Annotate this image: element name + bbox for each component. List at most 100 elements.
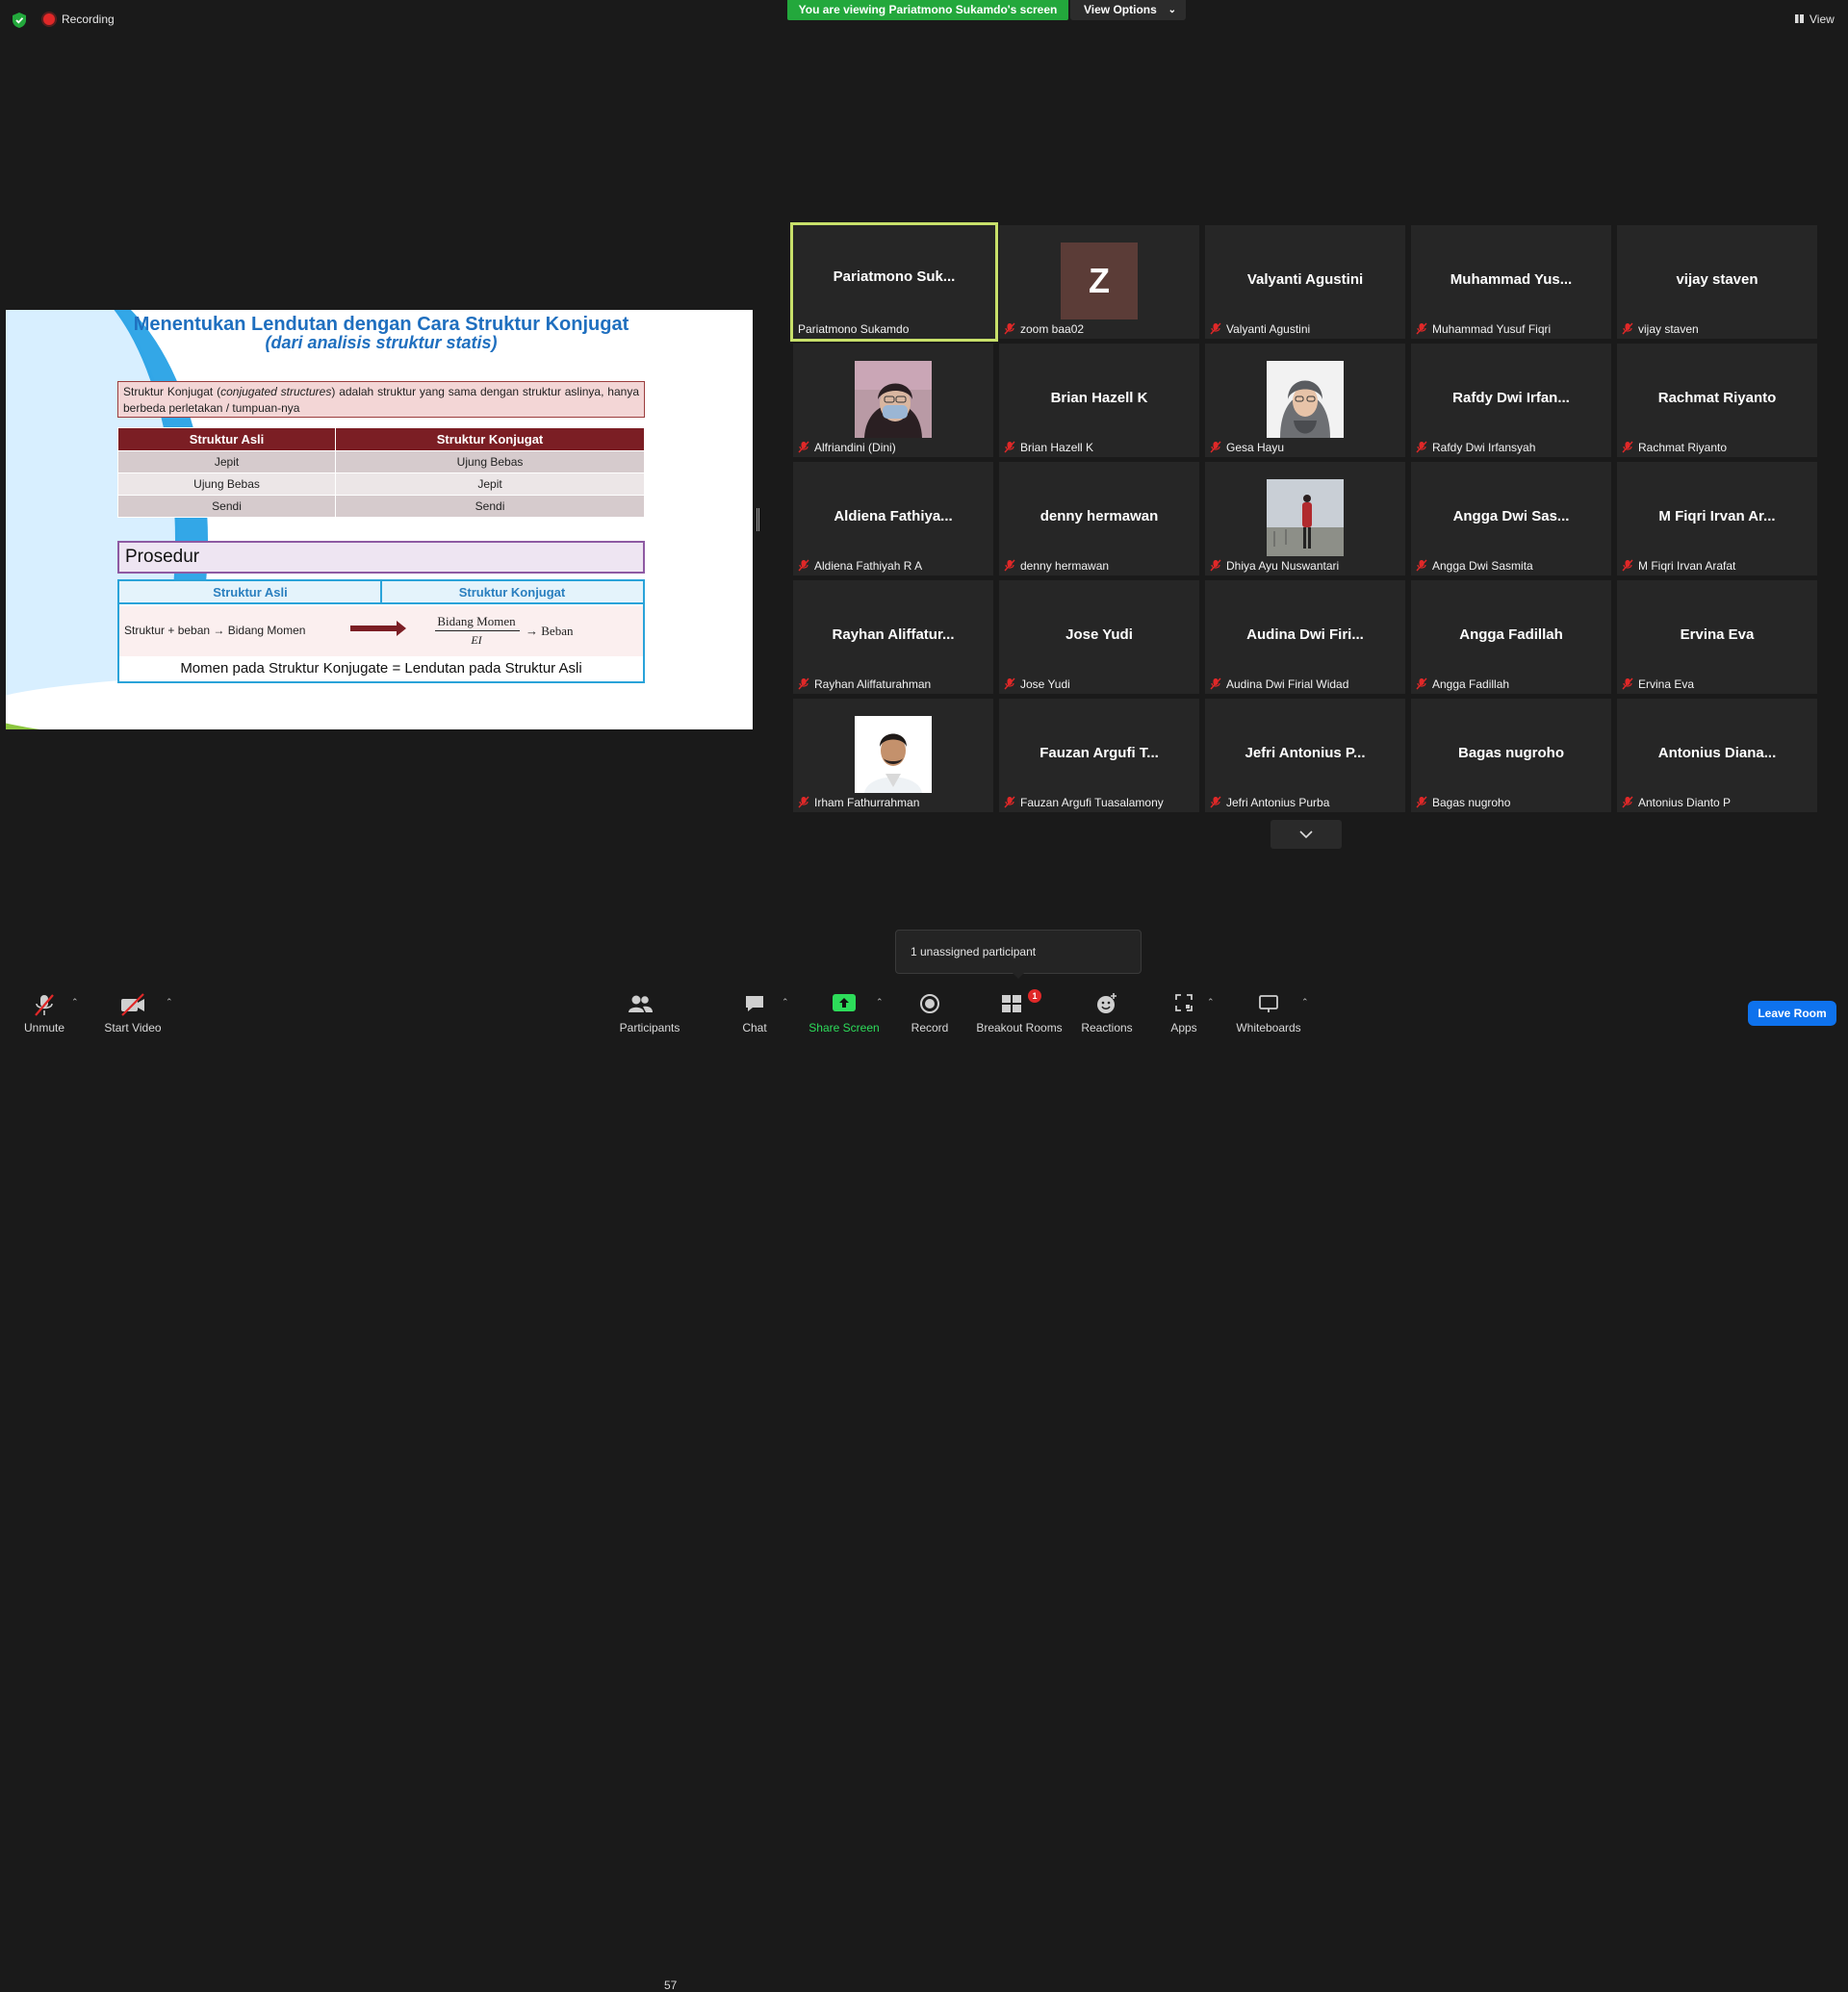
microphone-muted-icon — [1004, 322, 1015, 335]
view-grid-icon — [1795, 14, 1804, 23]
participant-name-label: Valyanti Agustini — [1226, 322, 1311, 336]
participant-display-name: Valyanti Agustini — [1246, 271, 1364, 288]
chat-icon — [746, 996, 763, 1011]
share-screen-button[interactable]: Share Screen — [805, 982, 884, 1039]
microphone-muted-icon — [1004, 441, 1015, 453]
participant-display-name: Jose Yudi — [1065, 626, 1133, 643]
participant-tile[interactable]: Angga Fadillah Angga Fadillah — [1411, 580, 1611, 694]
participant-tile[interactable]: Aldiena Fathiya... Aldiena Fathiyah R A — [793, 462, 993, 575]
reactions-button[interactable]: Reactions — [1080, 982, 1134, 1039]
view-options-button[interactable]: View Options ⌄ — [1070, 0, 1186, 20]
top-bar: Recording You are viewing Pariatmono Suk… — [0, 0, 1848, 42]
participant-display-name: Fauzan Argufi T... — [1040, 745, 1159, 761]
participant-name-label: Bagas nugroho — [1432, 796, 1511, 809]
microphone-muted-icon — [1416, 559, 1427, 572]
participant-tile[interactable]: Fauzan Argufi T... Fauzan Argufi Tuasalam… — [999, 699, 1199, 812]
participant-tile[interactable]: Rachmat Riyanto Rachmat Riyanto — [1617, 344, 1817, 457]
record-button[interactable]: Record — [905, 982, 955, 1039]
unmute-button[interactable]: Unmute — [13, 982, 75, 1039]
microphone-muted-icon — [1416, 796, 1427, 808]
chat-options-caret-icon[interactable]: ⌃ — [782, 997, 789, 1008]
procedure-header-right: Struktur Konjugat — [458, 585, 566, 600]
participant-tile[interactable]: Rafdy Dwi Irfan... Rafdy Dwi Irfansyah — [1411, 344, 1611, 457]
participant-tile[interactable]: denny hermawan denny hermawan — [999, 462, 1199, 575]
participant-name-label: Rafdy Dwi Irfansyah — [1432, 441, 1536, 454]
procedure-conclusion: Momen pada Struktur Konjugate = Lendutan… — [180, 660, 582, 677]
participant-tile[interactable]: Zzoom baa02 — [999, 225, 1199, 339]
participant-tile[interactable]: Muhammad Yus... Muhammad Yusuf Fiqri — [1411, 225, 1611, 339]
recording-label[interactable]: Recording — [62, 13, 115, 26]
meeting-toolbar: Unmute ⌃ Start Video ⌃ Participants 57 C… — [0, 982, 1848, 1992]
participant-tile[interactable]: Valyanti Agustini Valyanti Agustini — [1205, 225, 1405, 339]
participant-tile[interactable]: Gesa Hayu — [1205, 344, 1405, 457]
apps-label: Apps — [1170, 1021, 1197, 1034]
chat-button[interactable]: Chat — [733, 982, 776, 1039]
share-options-caret-icon[interactable]: ⌃ — [876, 997, 884, 1008]
participant-display-name: Rayhan Aliffatur... — [832, 626, 955, 643]
participant-tile[interactable]: Rayhan Aliffatur... Rayhan Aliffaturahman — [793, 580, 993, 694]
apps-options-caret-icon[interactable]: ⌃ — [1207, 997, 1215, 1008]
view-button[interactable]: View — [1810, 13, 1835, 26]
participant-display-name: Brian Hazell K — [1050, 390, 1148, 406]
participant-tile[interactable]: Jose Yudi Jose Yudi — [999, 580, 1199, 694]
microphone-muted-icon — [1622, 796, 1633, 808]
gallery-next-page-button[interactable] — [1270, 820, 1342, 849]
participant-name-label: vijay staven — [1638, 322, 1699, 336]
participant-tile[interactable]: Ervina Eva Ervina Eva — [1617, 580, 1817, 694]
procedure-header-left: Struktur Asli — [213, 585, 288, 600]
whiteboard-options-caret-icon[interactable]: ⌃ — [1301, 997, 1309, 1008]
participant-name-label: Jose Yudi — [1020, 677, 1070, 691]
participant-display-name: Rachmat Riyanto — [1657, 390, 1777, 406]
video-options-caret-icon[interactable]: ⌃ — [166, 997, 173, 1008]
participants-button[interactable]: Participants — [614, 982, 685, 1039]
video-off-icon — [121, 993, 144, 1016]
participant-display-name: Angga Dwi Sas... — [1452, 508, 1570, 524]
participant-tile[interactable]: Angga Dwi Sas... Angga Dwi Sasmita — [1411, 462, 1611, 575]
participant-tile[interactable]: vijay staven vijay staven — [1617, 225, 1817, 339]
participant-display-name: Antonius Diana... — [1657, 745, 1777, 761]
participant-display-name: M Fiqri Irvan Ar... — [1658, 508, 1776, 524]
breakout-badge: 1 — [1028, 989, 1041, 1003]
table-cell: Sendi — [335, 495, 645, 518]
table-cell: Sendi — [116, 495, 337, 518]
security-shield-icon[interactable] — [12, 12, 27, 29]
procedure-arrowhead — [397, 621, 406, 636]
audio-options-caret-icon[interactable]: ⌃ — [71, 997, 79, 1008]
participant-name-label: Jefri Antonius Purba — [1226, 796, 1330, 809]
participant-tile[interactable]: Irham Fathurrahman — [793, 699, 993, 812]
participant-tile[interactable]: Brian Hazell K Brian Hazell K — [999, 344, 1199, 457]
participant-tile[interactable]: Antonius Diana... Antonius Dianto P — [1617, 699, 1817, 812]
start-video-button[interactable]: Start Video — [100, 982, 166, 1039]
participant-tile[interactable]: M Fiqri Irvan Ar... M Fiqri Irvan Arafat — [1617, 462, 1817, 575]
tooltip-pointer — [1013, 973, 1024, 979]
participant-tile[interactable]: Audina Dwi Firi... Audina Dwi Firial Wida… — [1205, 580, 1405, 694]
participant-tile[interactable]: Dhiya Ayu Nuswantari — [1205, 462, 1405, 575]
microphone-muted-icon — [798, 441, 809, 453]
breakout-rooms-label: Breakout Rooms — [976, 1021, 1063, 1034]
split-view-handle[interactable] — [757, 508, 759, 531]
participant-tile[interactable]: Bagas nugroho Bagas nugroho — [1411, 699, 1611, 812]
whiteboards-button[interactable]: Whiteboards — [1232, 982, 1305, 1039]
shared-screen[interactable]: Menentukan Lendutan dengan Cara Struktur… — [6, 310, 753, 729]
leave-room-button[interactable]: Leave Room — [1748, 1001, 1836, 1026]
participant-name-label: zoom baa02 — [1020, 322, 1085, 336]
microphone-muted-icon — [1004, 677, 1015, 690]
participant-name-label: Alfriandini (Dini) — [814, 441, 896, 454]
participant-name-label: Aldiena Fathiyah R A — [814, 559, 923, 573]
whiteboards-label: Whiteboards — [1236, 1021, 1301, 1034]
breakout-rooms-button[interactable]: 1 Breakout Rooms — [974, 982, 1065, 1039]
procedure-header: Struktur Asli Struktur Konjugat — [119, 581, 643, 604]
participant-tile[interactable]: Alfriandini (Dini) — [793, 344, 993, 457]
participant-tile[interactable]: Jefri Antonius P... Jefri Antonius Purba — [1205, 699, 1405, 812]
whiteboard-icon — [1259, 995, 1278, 1012]
record-icon — [920, 994, 939, 1013]
unmute-label: Unmute — [23, 1021, 65, 1034]
participant-name-label: Rayhan Aliffaturahman — [814, 677, 932, 691]
reactions-label: Reactions — [1081, 1021, 1133, 1034]
start-video-label: Start Video — [104, 1021, 162, 1034]
microphone-muted-icon — [798, 677, 809, 690]
participant-display-name: Ervina Eva — [1680, 626, 1755, 643]
participant-photo — [1267, 479, 1344, 556]
participant-tile[interactable]: Pariatmono Suk... Pariatmono Sukamdo — [790, 222, 998, 342]
apps-button[interactable]: Apps — [1167, 982, 1201, 1039]
